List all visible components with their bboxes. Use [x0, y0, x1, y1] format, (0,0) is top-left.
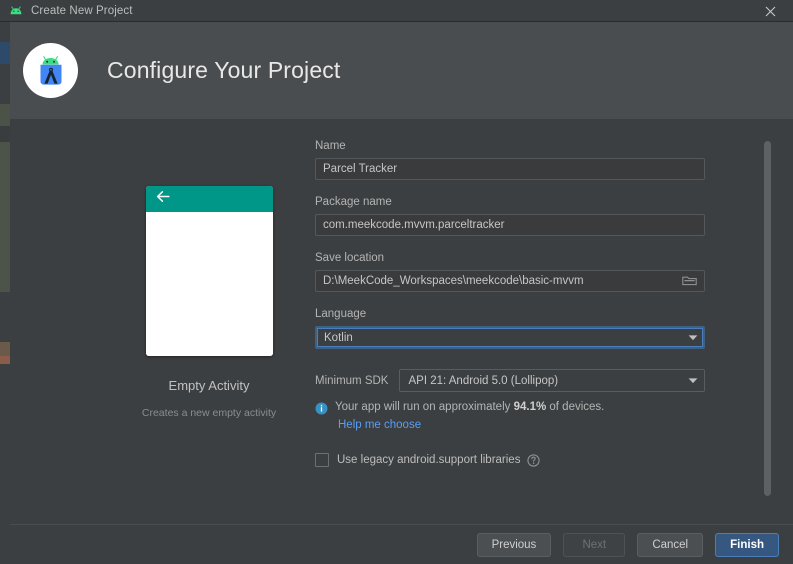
chevron-down-icon[interactable] [688, 377, 698, 384]
language-label: Language [315, 308, 367, 320]
save-location-input-value: D:\MeekCode_Workspaces\meekcode\basic-mv… [323, 275, 584, 287]
chevron-down-icon[interactable] [688, 334, 698, 341]
minimum-sdk-dropdown-value: API 21: Android 5.0 (Lollipop) [408, 374, 559, 387]
template-preview: Empty Activity Creates a new empty activ… [128, 186, 290, 419]
minimum-sdk-label: Minimum SDK [315, 374, 389, 387]
name-input[interactable]: Parcel Tracker [315, 158, 705, 180]
arrow-left-icon [156, 190, 171, 208]
sdk-note-text-before: Your app will run on approximately [335, 401, 511, 413]
package-name-input[interactable]: com.meekcode.mvvm.parceltracker [315, 214, 705, 236]
android-studio-logo-icon [23, 43, 78, 98]
folder-icon[interactable] [682, 275, 697, 287]
legacy-libraries-row: Use legacy android.support libraries [315, 453, 705, 467]
cancel-button[interactable]: Cancel [637, 532, 704, 557]
name-field-group: Name Parcel Tracker [315, 140, 705, 180]
previous-button[interactable]: Previous [476, 532, 552, 557]
page-title: Configure Your Project [107, 57, 341, 83]
body-scrollbar[interactable] [763, 134, 772, 509]
sdk-coverage-note: Your app will run on approximately 94.1%… [315, 401, 705, 415]
save-location-label: Save location [315, 252, 385, 264]
package-name-input-value: com.meekcode.mvvm.parceltracker [323, 219, 505, 231]
body-scrollbar-thumb[interactable] [764, 141, 771, 496]
dialog-header: Configure Your Project [10, 22, 793, 119]
sdk-note-text-after: of devices. [549, 401, 605, 413]
ide-background-sliver [0, 22, 10, 564]
template-name: Empty Activity [168, 378, 250, 393]
name-input-value: Parcel Tracker [323, 163, 398, 175]
language-dropdown[interactable]: Kotlin [315, 326, 705, 349]
question-mark-icon[interactable] [527, 453, 541, 467]
window-titlebar: Create New Project [0, 0, 793, 22]
minimum-sdk-row: Minimum SDK API 21: Android 5.0 (Lollipo… [315, 369, 705, 392]
dialog-footer: Previous Next Cancel Finish [10, 524, 793, 564]
android-icon [9, 4, 23, 18]
help-me-choose-link[interactable]: Help me choose [338, 419, 705, 431]
minimum-sdk-dropdown[interactable]: API 21: Android 5.0 (Lollipop) [399, 369, 705, 392]
info-icon [315, 402, 328, 415]
package-name-field-group: Package name com.meekcode.mvvm.parceltra… [315, 196, 705, 236]
window-title: Create New Project [31, 4, 133, 17]
dialog-body: Empty Activity Creates a new empty activ… [10, 120, 793, 524]
template-preview-card [145, 186, 273, 356]
save-location-input[interactable]: D:\MeekCode_Workspaces\meekcode\basic-mv… [315, 270, 705, 292]
next-button: Next [563, 532, 626, 557]
package-name-label: Package name [315, 196, 392, 208]
legacy-libraries-checkbox[interactable] [315, 453, 329, 467]
name-label: Name [315, 140, 346, 152]
template-description: Creates a new empty activity [141, 407, 277, 419]
finish-button[interactable]: Finish [715, 532, 779, 557]
save-location-field-group: Save location D:\MeekCode_Workspaces\mee… [315, 252, 705, 292]
project-config-form: Name Parcel Tracker Package name com.mee… [315, 140, 705, 467]
close-icon[interactable] [748, 0, 793, 22]
language-dropdown-value: Kotlin [324, 331, 353, 344]
language-field-group: Language Kotlin [315, 308, 705, 349]
preview-appbar [145, 186, 273, 212]
preview-content-area [145, 212, 273, 356]
sdk-note-percent: 94.1% [513, 401, 547, 413]
legacy-libraries-label: Use legacy android.support libraries [337, 454, 521, 466]
